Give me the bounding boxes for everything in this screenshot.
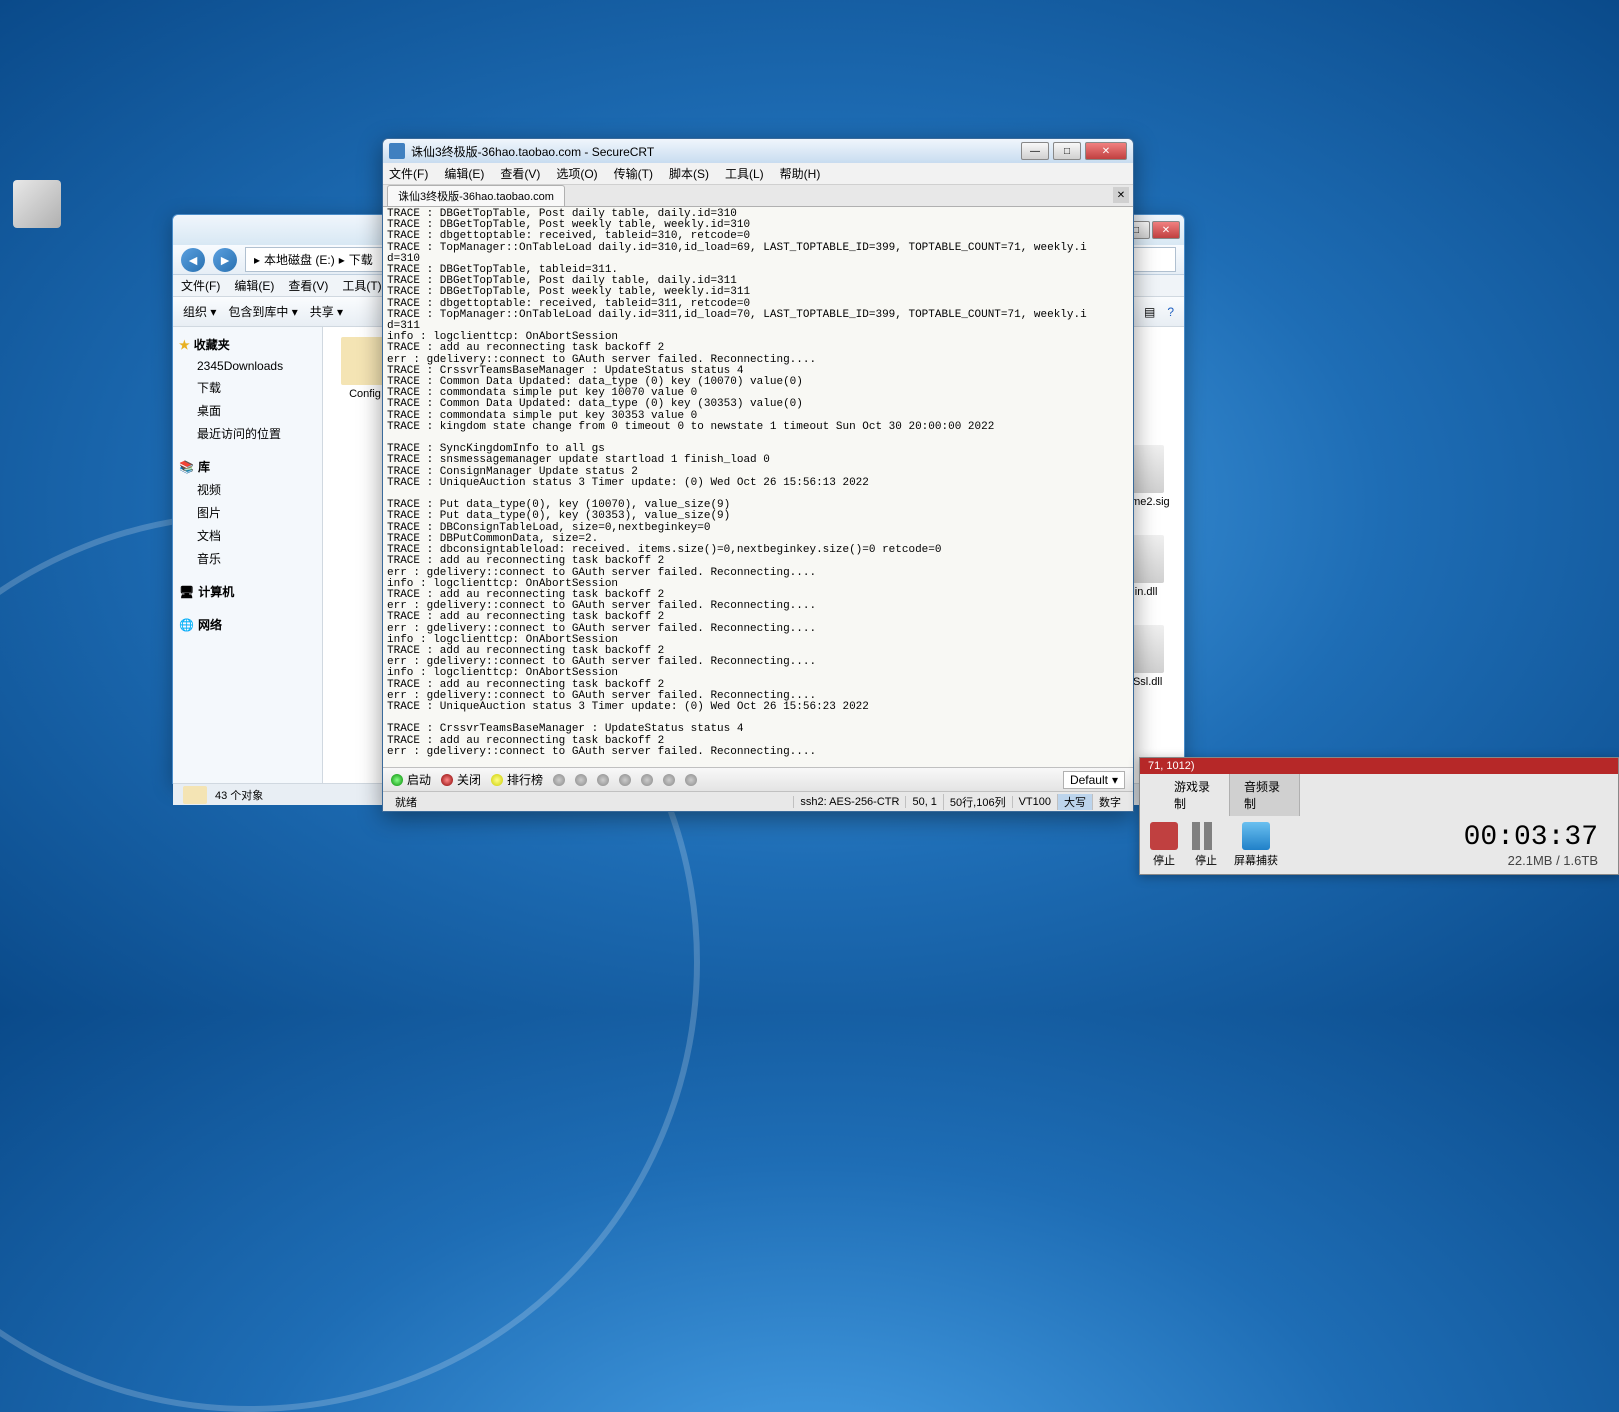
toolbar-include[interactable]: 包含到库中 ▾ <box>228 303 297 320</box>
securecrt-minimize-button[interactable]: — <box>1021 142 1049 160</box>
sidebar-computer-head[interactable]: 🖥 计算机 <box>177 580 318 603</box>
securecrt-window: 诛仙3终极版-36hao.taobao.com - SecureCRT — □ … <box>382 138 1134 812</box>
menu-view[interactable]: 查看(V) <box>288 277 328 294</box>
status-size: 50行,106列 <box>943 794 1012 810</box>
recorder-coords: 71, 1012) <box>1148 760 1194 772</box>
securecrt-menubar: 文件(F) 编辑(E) 查看(V) 选项(O) 传输(T) 脚本(S) 工具(L… <box>383 163 1133 185</box>
securecrt-bottombar: 启动 关闭 排行榜 Default ▾ <box>383 767 1133 791</box>
gray-dot-icon[interactable] <box>685 774 697 786</box>
status-ssh: ssh2: AES-256-CTR <box>793 796 905 808</box>
menu-edit[interactable]: 编辑(E) <box>234 277 274 294</box>
menu-file[interactable]: 文件(F) <box>181 277 220 294</box>
explorer-close-button[interactable]: ✕ <box>1152 221 1180 239</box>
toolbar-view-icon[interactable]: ▤ <box>1144 305 1155 319</box>
folder-icon <box>183 786 207 804</box>
breadcrumb-segment[interactable]: 本地磁盘 (E:) <box>264 251 335 268</box>
menu-view[interactable]: 查看(V) <box>500 165 540 182</box>
menu-tools[interactable]: 工具(L) <box>725 165 764 182</box>
tab-audio-record[interactable]: 音频录制 <box>1230 774 1300 816</box>
securecrt-app-icon <box>389 143 405 159</box>
securecrt-tabbar: 诛仙3终极版-36hao.taobao.com ✕ <box>383 185 1133 207</box>
status-term: VT100 <box>1012 796 1057 808</box>
menu-script[interactable]: 脚本(S) <box>669 165 709 182</box>
securecrt-statusbar: 就绪 ssh2: AES-256-CTR 50, 1 50行,106列 VT10… <box>383 791 1133 811</box>
menu-edit[interactable]: 编辑(E) <box>444 165 484 182</box>
recycle-bin-desktop-icon[interactable] <box>2 180 72 232</box>
gray-dot-icon[interactable] <box>553 774 565 786</box>
explorer-sidebar: ★收藏夹 2345Downloads 下载 桌面 最近访问的位置 📚 库 视频 … <box>173 327 323 783</box>
pause-icon <box>1192 822 1220 850</box>
sidebar-item[interactable]: 下载 <box>177 376 318 399</box>
stop-icon <box>1150 822 1178 850</box>
recorder-timer: 00:03:37 <box>1292 822 1608 853</box>
monitor-icon <box>1242 822 1270 850</box>
terminal-output[interactable]: TRACE : DBGetTopTable, Post daily table,… <box>383 207 1133 767</box>
sidebar-item[interactable]: 桌面 <box>177 399 318 422</box>
session-tab[interactable]: 诛仙3终极版-36hao.taobao.com <box>387 185 565 206</box>
screen-capture-button[interactable]: 屏幕捕获 <box>1234 822 1278 868</box>
breadcrumb-segment[interactable]: 下载 <box>349 251 373 268</box>
green-dot-icon <box>391 774 403 786</box>
menu-tools[interactable]: 工具(T) <box>342 277 381 294</box>
sidebar-favorites-head[interactable]: ★收藏夹 <box>177 333 318 356</box>
default-dropdown[interactable]: Default ▾ <box>1063 771 1125 789</box>
stop-button[interactable]: 停止 <box>1150 822 1178 868</box>
status-cursor: 50, 1 <box>905 796 942 808</box>
gray-dot-icon[interactable] <box>575 774 587 786</box>
recorder-tabs: 游戏录制 音频录制 <box>1160 774 1300 816</box>
tab-close-icon[interactable]: ✕ <box>1113 187 1129 203</box>
menu-help[interactable]: 帮助(H) <box>780 165 821 182</box>
menu-file[interactable]: 文件(F) <box>389 165 428 182</box>
sidebar-item[interactable]: 视频 <box>177 478 318 501</box>
tab-game-record[interactable]: 游戏录制 <box>1160 774 1230 816</box>
menu-transfer[interactable]: 传输(T) <box>614 165 653 182</box>
status-text: 43 个对象 <box>215 787 263 803</box>
recorder-titlebar[interactable]: 71, 1012) <box>1140 758 1618 774</box>
nav-forward-icon[interactable]: ► <box>213 248 237 272</box>
recorder-body: 停止 停止 屏幕捕获 00:03:37 22.1MB / 1.6TB <box>1140 816 1618 874</box>
status-ready: 就绪 <box>389 794 793 810</box>
securecrt-close-button[interactable]: ✕ <box>1085 142 1127 160</box>
rank-button[interactable]: 排行榜 <box>491 771 543 788</box>
menu-options[interactable]: 选项(O) <box>556 165 597 182</box>
yellow-dot-icon <box>491 774 503 786</box>
gray-dot-icon[interactable] <box>619 774 631 786</box>
toolbar-help-icon[interactable]: ? <box>1167 305 1174 319</box>
securecrt-maximize-button[interactable]: □ <box>1053 142 1081 160</box>
sidebar-item[interactable]: 最近访问的位置 <box>177 422 318 445</box>
recycle-bin-icon <box>13 180 61 228</box>
gray-dot-icon[interactable] <box>597 774 609 786</box>
status-caps: 大写 <box>1057 794 1092 810</box>
red-dot-icon <box>441 774 453 786</box>
sidebar-item[interactable]: 图片 <box>177 501 318 524</box>
gray-dot-icon[interactable] <box>663 774 675 786</box>
sidebar-libraries-head[interactable]: 📚 库 <box>177 455 318 478</box>
recorder-widget: 71, 1012) 游戏录制 音频录制 停止 停止 屏幕捕获 00:03:37 … <box>1139 757 1619 875</box>
sidebar-item[interactable]: 2345Downloads <box>177 356 318 376</box>
gray-dot-icon[interactable] <box>641 774 653 786</box>
nav-back-icon[interactable]: ◄ <box>181 248 205 272</box>
sidebar-item[interactable]: 音乐 <box>177 547 318 570</box>
securecrt-titlebar[interactable]: 诛仙3终极版-36hao.taobao.com - SecureCRT — □ … <box>383 139 1133 163</box>
toolbar-organize[interactable]: 组织 ▾ <box>183 303 216 320</box>
status-num: 数字 <box>1092 794 1127 810</box>
close-button[interactable]: 关闭 <box>441 771 481 788</box>
recorder-size: 22.1MB / 1.6TB <box>1292 853 1608 868</box>
window-title: 诛仙3终极版-36hao.taobao.com - SecureCRT <box>411 143 1019 160</box>
sidebar-item[interactable]: 文档 <box>177 524 318 547</box>
start-button[interactable]: 启动 <box>391 771 431 788</box>
pause-button[interactable]: 停止 <box>1192 822 1220 868</box>
toolbar-share[interactable]: 共享 ▾ <box>310 303 343 320</box>
sidebar-network-head[interactable]: 🌐 网络 <box>177 613 318 636</box>
